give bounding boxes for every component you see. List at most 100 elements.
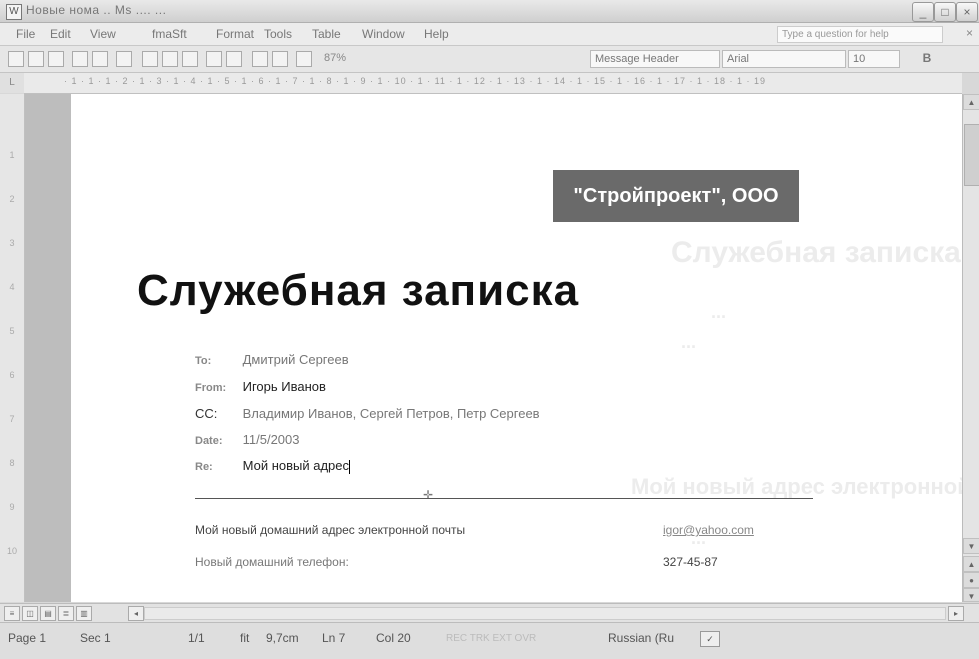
cut-icon[interactable]	[142, 51, 158, 67]
scroll-down-icon[interactable]: ▼	[963, 538, 979, 554]
ruler-scale: · 1 · 1 · 1 · 2 · 1 · 3 · 1 · 4 · 1 · 5 …	[64, 76, 767, 86]
menu-edit[interactable]: Edit	[50, 27, 71, 41]
field-label: CC:	[195, 406, 218, 421]
status-language[interactable]: Russian (Ru	[608, 631, 674, 645]
status-modes[interactable]: REC TRK EXT OVR	[446, 633, 536, 644]
ghost-text: ...	[711, 302, 727, 322]
document-area[interactable]: Служебная записка ... ... Мой новый адре…	[25, 94, 962, 602]
horizontal-scroll-track[interactable]	[144, 607, 946, 620]
vruler-mark: 8	[9, 458, 15, 468]
undo-icon[interactable]	[206, 51, 222, 67]
scroll-up-icon[interactable]: ▲	[963, 94, 979, 110]
field-date[interactable]: Date: 11/5/2003	[195, 432, 300, 447]
vruler-mark: 5	[9, 326, 15, 336]
normal-view-icon[interactable]: ≡	[4, 606, 20, 621]
menu-table[interactable]: Table	[312, 27, 341, 41]
print-layout-icon[interactable]: ▤	[40, 606, 56, 621]
vruler-mark: 7	[9, 414, 15, 424]
field-value: Дмитрий Сергеев	[242, 352, 349, 367]
field-label: Date:	[195, 435, 223, 447]
next-page-icon[interactable]: ▼	[963, 588, 979, 602]
word-app-icon[interactable]: W	[6, 4, 22, 20]
status-column: Col 20	[376, 631, 411, 645]
tab-selector[interactable]: L	[0, 73, 25, 93]
info-email-label: Мой новый домашний адрес электронной поч…	[195, 523, 466, 537]
table-icon[interactable]	[252, 51, 268, 67]
field-label: Re:	[195, 461, 213, 473]
menu-file[interactable]: File	[16, 27, 35, 41]
browse-object-icon[interactable]: ●	[963, 572, 979, 588]
close-window-button[interactable]: ×	[956, 2, 978, 22]
menu-bar: File Edit View fmaSft Format Tools Table…	[0, 23, 979, 46]
show-formatting-icon[interactable]	[296, 51, 312, 67]
help-question-box[interactable]: Type a question for help	[777, 26, 943, 43]
copy-icon[interactable]	[162, 51, 178, 67]
print-icon[interactable]	[72, 51, 88, 67]
status-section: Sec 1	[80, 631, 111, 645]
scroll-right-icon[interactable]: ▸	[948, 606, 964, 621]
web-layout-icon[interactable]: ◫	[22, 606, 38, 621]
document-page[interactable]: Служебная записка ... ... Мой новый адре…	[71, 94, 962, 602]
scroll-thumb[interactable]	[964, 124, 979, 186]
vruler-mark: 6	[9, 370, 15, 380]
vruler-mark: 9	[9, 502, 15, 512]
menu-tools[interactable]: Tools	[264, 27, 292, 41]
move-handle-icon[interactable]: ✛	[423, 488, 433, 502]
vruler-mark: 2	[9, 194, 15, 204]
previous-page-icon[interactable]: ▲	[963, 556, 979, 572]
bold-button[interactable]: B	[918, 50, 936, 66]
redo-icon[interactable]	[226, 51, 242, 67]
status-bar: Page 1 Sec 1 1/1 fit 9,7cm Ln 7 Col 20 R…	[0, 622, 979, 659]
status-page: Page 1	[8, 631, 47, 645]
close-document-button[interactable]: ×	[966, 26, 973, 40]
vertical-ruler[interactable]: 1 2 3 4 5 6 7 8 9 10	[0, 94, 25, 602]
horizontal-ruler[interactable]: · 1 · 1 · 1 · 2 · 1 · 3 · 1 · 4 · 1 · 5 …	[24, 73, 962, 94]
menu-format[interactable]: Format	[216, 27, 254, 41]
status-pages: 1/1	[188, 631, 205, 645]
vruler-mark: 3	[9, 238, 15, 248]
info-email-value[interactable]: igor@yahoo.com	[663, 523, 754, 537]
maximize-button[interactable]: □	[934, 2, 956, 22]
menu-view[interactable]: View	[90, 27, 116, 41]
status-line: Ln 7	[322, 631, 346, 645]
formatting-toolbar: 87% Message Header Arial 10 B	[0, 46, 979, 73]
minimize-button[interactable]: _	[912, 2, 934, 22]
vruler-mark: 1	[9, 150, 15, 160]
status-at: 9,7cm	[266, 631, 299, 645]
zoom-box[interactable]: 87%	[324, 52, 346, 64]
field-re[interactable]: Re: Мой новый адрес	[195, 458, 351, 474]
info-phone-value: 327-45-87	[663, 555, 718, 569]
header-divider-line	[195, 498, 813, 499]
menu-help[interactable]: Help	[424, 27, 449, 41]
paste-icon[interactable]	[182, 51, 198, 67]
menu-insert[interactable]: fmaSft	[152, 27, 187, 41]
ghost-text: Служебная записка	[671, 236, 961, 269]
vertical-scrollbar[interactable]: ▲ ▼ ▲ ● ▼	[962, 94, 979, 602]
field-to[interactable]: To: Дмитрий Сергеев	[195, 352, 349, 367]
memo-heading: Служебная записка	[137, 266, 580, 315]
horizontal-scrollbar-row: ≡ ◫ ▤ ≣ ▥ ◂ ▸	[0, 603, 979, 622]
spelling-icon[interactable]	[116, 51, 132, 67]
style-dropdown[interactable]: Message Header	[590, 50, 720, 68]
title-bar: W Новыe нома .. Мs .... ... _ □ ×	[0, 0, 979, 23]
scroll-left-icon[interactable]: ◂	[128, 606, 144, 621]
print-preview-icon[interactable]	[92, 51, 108, 67]
outline-view-icon[interactable]: ≣	[58, 606, 74, 621]
field-cc[interactable]: CC: Владимир Иванов, Сергей Петров, Петр…	[195, 406, 540, 421]
ghost-text: ...	[681, 332, 697, 352]
spellcheck-book-icon[interactable]: ✓	[700, 631, 720, 647]
new-document-icon[interactable]	[8, 51, 24, 67]
font-dropdown[interactable]: Arial	[722, 50, 846, 68]
font-size-dropdown[interactable]: 10	[848, 50, 900, 68]
open-folder-icon[interactable]	[28, 51, 44, 67]
status-at-label: fit	[240, 631, 250, 645]
vruler-mark: 10	[6, 546, 17, 556]
field-from[interactable]: From: Игорь Иванов	[195, 379, 326, 394]
reading-layout-icon[interactable]: ▥	[76, 606, 92, 621]
window-title: Новыe нома .. Мs .... ...	[26, 3, 167, 17]
save-disk-icon[interactable]	[48, 51, 64, 67]
columns-icon[interactable]	[272, 51, 288, 67]
text-cursor	[349, 459, 351, 474]
menu-window[interactable]: Window	[362, 27, 405, 41]
vruler-mark: 4	[9, 282, 15, 292]
